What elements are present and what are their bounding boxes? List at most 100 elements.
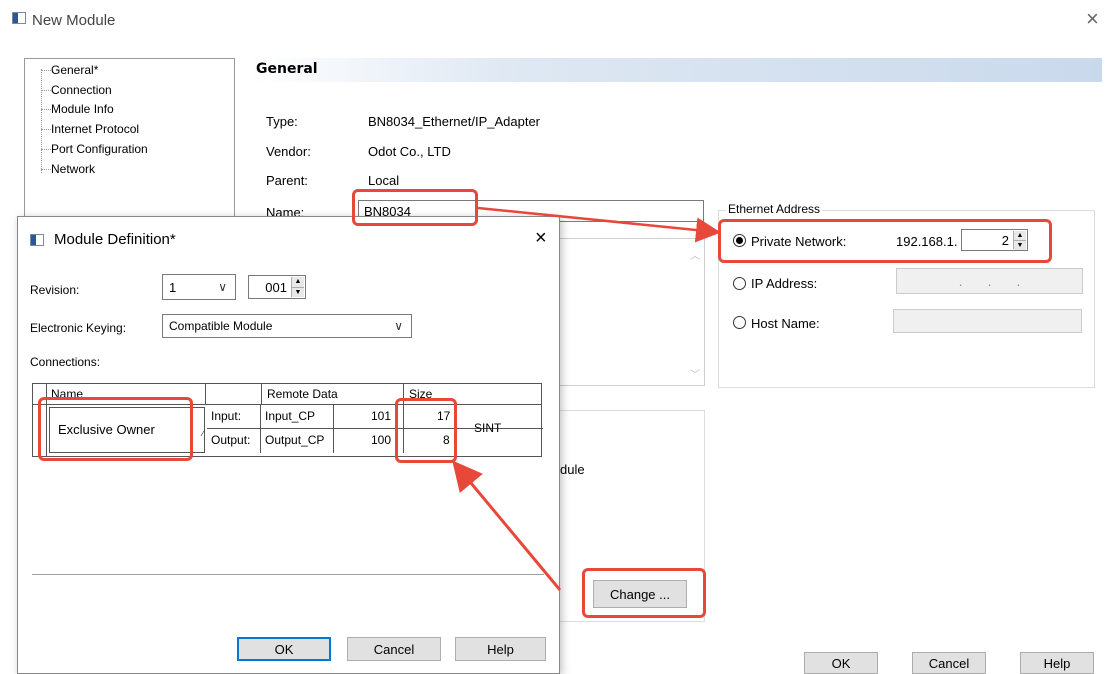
row-instance[interactable]: 101 (371, 409, 391, 423)
revision-spinner[interactable]: ▲ ▼ (291, 277, 304, 297)
private-network-octet-value: 2 (1001, 232, 1009, 248)
header-name: Name (51, 387, 84, 401)
header-size: Size (409, 387, 433, 401)
host-name-radio[interactable] (733, 316, 746, 329)
category-tree: General* Connection Module Info Internet… (24, 58, 235, 238)
header-divider (261, 384, 262, 404)
header-divider (403, 384, 404, 404)
scroll-down-icon[interactable]: ﹀ (690, 366, 700, 381)
tree-item-label: Port Configuration (51, 142, 148, 156)
size-unit: SINT (474, 421, 502, 435)
change-button[interactable]: Change ... (593, 580, 687, 608)
dialog-cancel-button[interactable]: Cancel (347, 637, 441, 661)
octet-spinner[interactable]: ▲ ▼ (1013, 231, 1026, 250)
connections-label: Connections: (30, 355, 101, 369)
revision-minor-input[interactable]: 001 ▲ ▼ (248, 275, 306, 299)
main-help-button[interactable]: Help (1020, 652, 1094, 674)
tree-item-label: Network (51, 162, 96, 176)
revision-major-select[interactable]: 1 ∨ (162, 274, 236, 300)
general-header-title: General (256, 61, 318, 77)
ip-address-label: IP Address: (751, 276, 818, 291)
tree-item-network[interactable]: Network (41, 162, 95, 176)
row-size[interactable]: 8 (443, 433, 450, 447)
row-selector[interactable] (33, 405, 47, 456)
header-remote-data: Remote Data (267, 387, 338, 401)
connection-name-dropdown-icon[interactable]: ⁄ (202, 428, 204, 438)
spin-down-icon[interactable]: ▼ (292, 287, 304, 297)
dialog-close-icon[interactable]: × (535, 227, 547, 250)
tree-item-label: Internet Protocol (51, 122, 140, 136)
cell-divider (333, 429, 334, 453)
tree-item-label: Module Info (51, 102, 114, 116)
cell-divider (403, 429, 404, 453)
type-label: Type: (266, 114, 298, 129)
ip-address-radio[interactable] (733, 277, 746, 290)
private-network-radio[interactable] (733, 234, 746, 247)
description-textarea[interactable]: ︿ ﹀ (555, 238, 705, 386)
tree-item-connection[interactable]: Connection (41, 83, 112, 97)
chevron-down-icon: ∨ (394, 319, 403, 333)
window-app-icon (12, 12, 26, 24)
dialog-help-button[interactable]: Help (455, 637, 546, 661)
parent-label: Parent: (266, 173, 308, 188)
header-divider (205, 384, 206, 404)
ip-address-dots: . . . (958, 273, 1021, 289)
tree-item-label: Connection (51, 83, 112, 97)
tree-item-port-configuration[interactable]: Port Configuration (41, 142, 148, 156)
module-definition-dialog: Module Definition* × Revision: 1 ∨ 001 ▲… (17, 216, 560, 674)
cell-divider (455, 405, 456, 429)
scroll-up-icon[interactable]: ︿ (690, 247, 700, 262)
main-cancel-button[interactable]: Cancel (912, 652, 986, 674)
connection-name: Exclusive Owner (58, 422, 155, 437)
row-tag[interactable]: Input_CP (265, 409, 315, 423)
vendor-label: Vendor: (266, 144, 311, 159)
cell-divider (260, 405, 261, 429)
revision-minor-value: 001 (265, 279, 287, 295)
ip-address-input[interactable]: . . . (896, 268, 1083, 294)
tree-item-general[interactable]: General* (41, 63, 98, 77)
spin-down-icon[interactable]: ▼ (1014, 241, 1026, 250)
private-network-prefix: 192.168.1. (896, 234, 958, 249)
cell-divider (333, 405, 334, 429)
module-definition-partial-text: dule (560, 462, 585, 477)
spin-up-icon[interactable]: ▲ (292, 277, 304, 288)
row-direction: Output: (211, 433, 251, 447)
table-header-row: Name Remote Data Size (32, 383, 542, 405)
row-tag[interactable]: Output_CP (265, 433, 324, 447)
dialog-ok-button[interactable]: OK (237, 637, 331, 661)
spin-up-icon[interactable]: ▲ (1014, 231, 1026, 241)
general-header: General (250, 58, 1102, 82)
keying-label: Electronic Keying: (30, 321, 127, 335)
connection-name-cell[interactable]: Exclusive Owner ⁄ (49, 407, 205, 453)
tree-item-label: General* (51, 63, 99, 77)
dialog-app-icon (30, 234, 44, 246)
window-close-icon[interactable]: × (1086, 6, 1099, 32)
row-size[interactable]: 17 (437, 409, 450, 423)
revision-major-value: 1 (169, 279, 177, 295)
parent-value: Local (368, 173, 400, 188)
header-rowselector (33, 384, 47, 404)
main-ok-button[interactable]: OK (804, 652, 878, 674)
host-name-label: Host Name: (751, 316, 820, 331)
cell-divider (455, 429, 456, 453)
tree-item-internet-protocol[interactable]: Internet Protocol (41, 122, 139, 136)
window-title: New Module (32, 12, 116, 29)
row-instance[interactable]: 100 (371, 433, 391, 447)
tree-item-module-info[interactable]: Module Info (41, 102, 114, 116)
dialog-separator (32, 574, 544, 575)
keying-value: Compatible Module (169, 319, 273, 333)
dialog-title: Module Definition* (54, 231, 176, 248)
private-network-label: Private Network: (751, 234, 847, 249)
keying-select[interactable]: Compatible Module ∨ (162, 314, 412, 338)
table-body: Exclusive Owner ⁄ Input: Input_CP 101 17… (32, 405, 543, 457)
private-network-octet-input[interactable]: 2 ▲ ▼ (961, 229, 1028, 251)
host-name-input[interactable] (893, 309, 1082, 333)
chevron-down-icon: ∨ (218, 280, 227, 294)
type-value: BN8034_Ethernet/IP_Adapter (368, 114, 541, 129)
cell-divider (403, 405, 404, 429)
ethernet-address-label: Ethernet Address (726, 202, 823, 216)
row-direction: Input: (211, 409, 242, 423)
revision-label: Revision: (30, 283, 80, 297)
vendor-value: Odot Co., LTD (368, 144, 451, 159)
cell-divider (260, 429, 261, 453)
